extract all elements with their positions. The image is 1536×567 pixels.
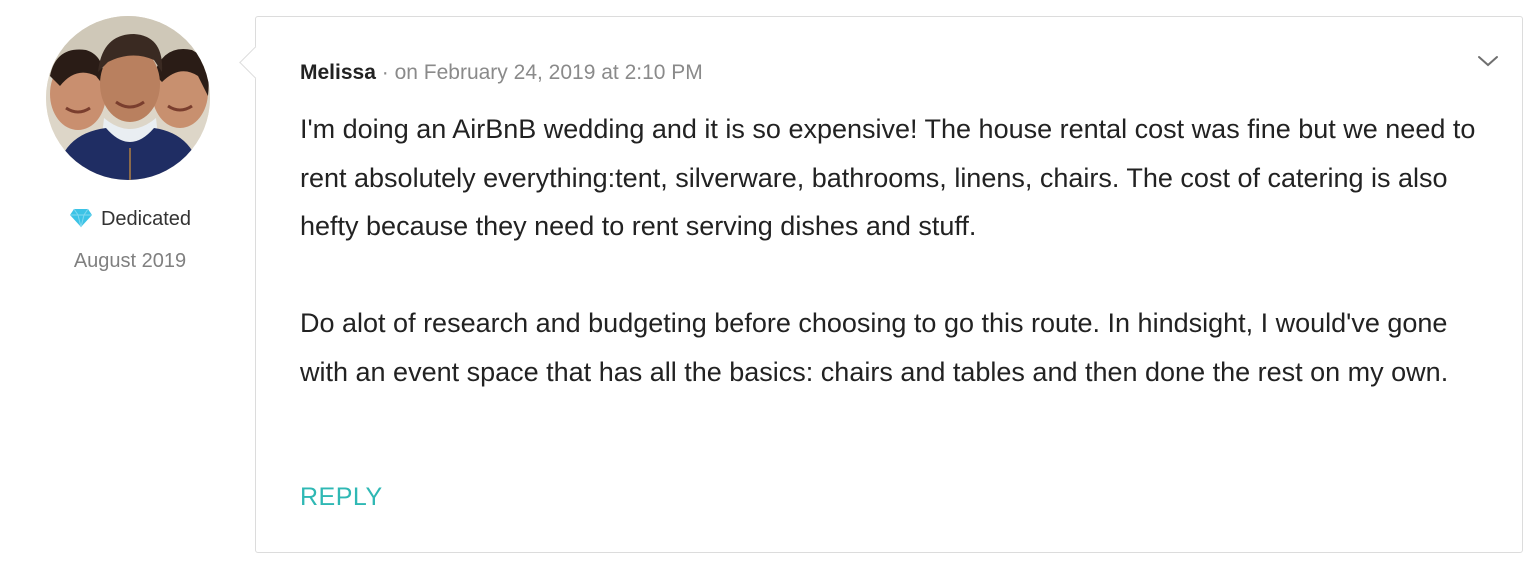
comment-body: I'm doing an AirBnB wedding and it is so…: [300, 105, 1480, 396]
avatar-photo: [46, 16, 210, 180]
comment-date: on February 24, 2019 at 2:10 PM: [394, 61, 703, 84]
comment-paragraph: Do alot of research and budgeting before…: [300, 308, 1449, 387]
comment-paragraph: I'm doing an AirBnB wedding and it is so…: [300, 114, 1476, 241]
card-pointer: [239, 46, 272, 79]
chevron-down-icon[interactable]: [1476, 51, 1500, 71]
comment-thread-item: Dedicated August 2019 Melissa · on Febru…: [0, 0, 1536, 567]
member-since: August 2019: [73, 250, 187, 272]
author-name[interactable]: Melissa: [300, 61, 376, 84]
diamond-icon: [69, 208, 92, 228]
avatar[interactable]: [46, 16, 210, 180]
comment-card: Melissa · on February 24, 2019 at 2:10 P…: [239, 16, 1523, 553]
comment-meta: Melissa · on February 24, 2019 at 2:10 P…: [300, 61, 703, 85]
meta-separator: ·: [381, 61, 389, 84]
badge-label: Dedicated: [100, 208, 192, 230]
user-badge: Dedicated: [40, 208, 220, 231]
reply-button[interactable]: REPLY: [300, 483, 383, 512]
